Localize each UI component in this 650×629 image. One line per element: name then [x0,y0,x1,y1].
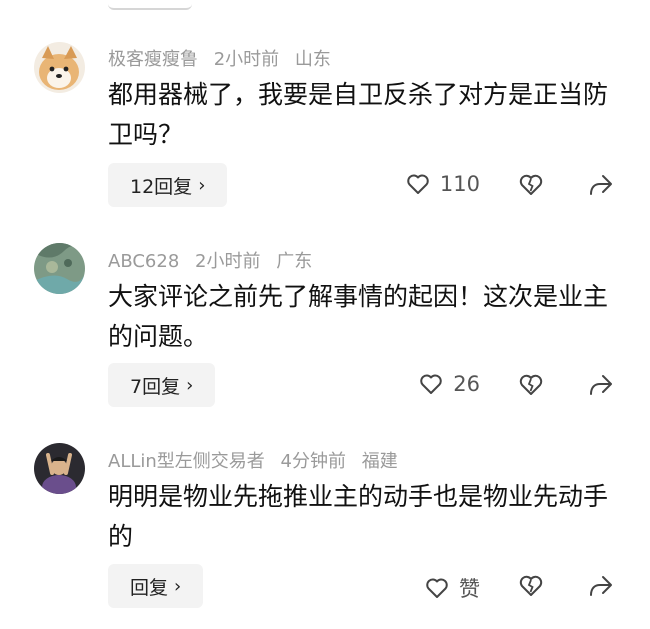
comment-text: 明明是物业先拖推业主的动手也是物业先动手的 [108,482,609,551]
chevron-right-icon: › [186,374,194,396]
reply-label: 12回复 [130,175,193,198]
chevron-right-icon: › [174,575,182,597]
share-arrow-icon[interactable] [588,373,614,397]
like-button[interactable]: 26 [419,372,480,396]
location: 福建 [361,451,398,472]
username[interactable]: ALLin型左侧交易者 [108,451,265,472]
comment-text: 都用器械了，我要是自卫反杀了对方是正当防卫吗？ [108,80,609,149]
username[interactable]: ABC628 [108,251,179,272]
timestamp: 2小时前 [195,251,261,272]
chevron-right-icon: › [198,174,206,196]
reply-label: 7回复 [130,375,181,398]
heart-outline-icon [426,578,448,598]
timestamp: 2小时前 [213,49,280,70]
like-count: 26 [453,372,480,396]
reply-button[interactable]: 7回复 › [108,363,216,407]
comment-text: 大家评论之前先了解事情的起因！这次是业主的问题。 [108,282,609,351]
reply-button[interactable]: 回复 › [108,564,204,608]
heart-outline-icon [407,174,429,194]
broken-heart-icon[interactable] [518,173,544,197]
like-count: 赞 [459,577,480,601]
previous-reply-bar [108,0,192,10]
like-button[interactable]: 赞 [425,573,480,603]
share-arrow-icon[interactable] [588,574,614,598]
comment-meta: ABC628 2小时前 广东 [108,247,322,273]
broken-heart-icon[interactable] [518,373,544,397]
location: 广东 [276,251,313,272]
avatar[interactable] [34,42,85,93]
username[interactable]: 极客瘦瘦鲁 [108,49,198,70]
comment-meta: 极客瘦瘦鲁 2小时前 山东 [108,45,341,71]
reply-label: 回复 [130,576,169,599]
heart-outline-icon [420,374,443,394]
avatar[interactable] [34,443,85,494]
like-count: 110 [439,172,480,196]
like-button[interactable]: 110 [406,172,480,196]
avatar[interactable] [34,243,85,294]
location: 山东 [294,49,331,70]
reply-button[interactable]: 12回复 › [108,163,228,207]
share-arrow-icon[interactable] [588,173,614,197]
comment-meta: ALLin型左侧交易者 4分钟前 福建 [108,447,408,473]
timestamp: 4分钟前 [280,451,346,472]
broken-heart-icon[interactable] [518,574,544,598]
